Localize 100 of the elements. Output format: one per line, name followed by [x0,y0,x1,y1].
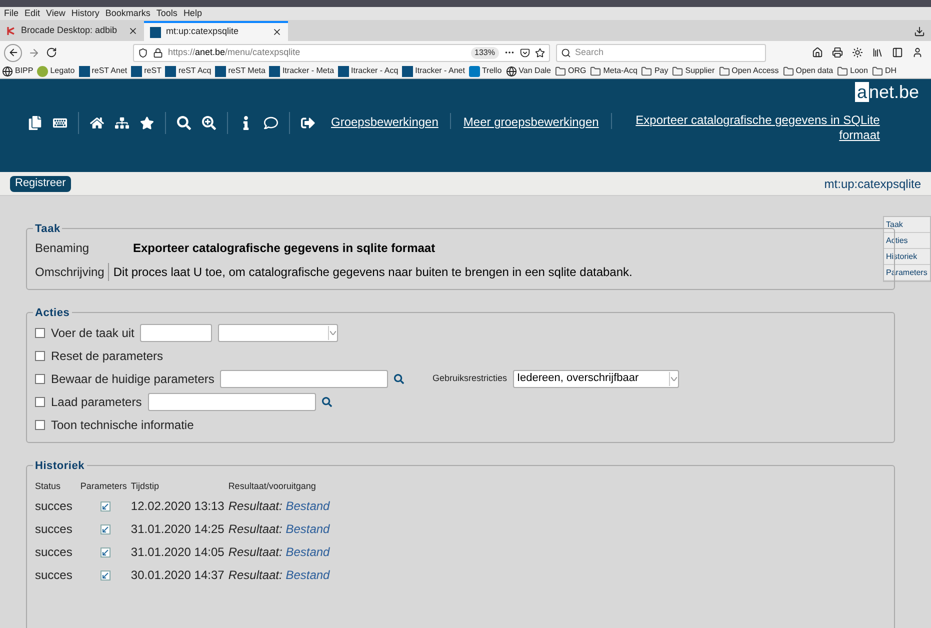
download-icon[interactable] [914,26,925,37]
field-label: Omschrijving [35,263,110,281]
menu-item[interactable]: Edit [24,6,40,20]
arrow-box-icon[interactable] [100,570,112,582]
bookmark-item[interactable]: reST [131,65,162,77]
text-field[interactable] [148,392,316,410]
globe-icon [2,66,13,76]
user-icon[interactable] [912,47,923,58]
side-tab[interactable]: Taak [884,217,930,233]
status-cell-text: succes [35,567,74,584]
close-icon[interactable] [272,27,282,37]
sign-out-icon[interactable] [301,116,315,130]
star-icon[interactable] [140,116,154,130]
zoom-level[interactable]: 133% [470,46,499,58]
side-tab[interactable]: Historiek [884,249,930,265]
menu-item[interactable]: Bookmarks [105,6,150,20]
bookmark-item[interactable]: Open Access [718,65,779,77]
nav-link[interactable]: Meer groepsbewerkingen [463,113,599,131]
zoom-in-icon[interactable] [202,116,216,130]
bookmark-item[interactable]: Itracker - Anet [402,65,465,77]
pocket-icon[interactable] [520,48,530,58]
checkbox[interactable] [35,396,45,406]
register-button[interactable]: Registreer [10,176,71,192]
arrow-box-icon[interactable] [100,501,112,512]
text-field[interactable] [220,370,388,388]
menu-item[interactable]: History [71,6,100,20]
bookmark-item[interactable]: Itracker - Meta [269,65,334,77]
keyboard-icon[interactable] [53,116,67,130]
back-button[interactable] [4,44,22,62]
result-label: Resultaat: [228,522,282,536]
checkbox[interactable] [35,350,45,360]
bookmark-item[interactable]: Meta-Acq [590,65,638,77]
arrow-box-icon[interactable] [100,524,112,536]
bookmark-item[interactable]: Trello [468,65,502,77]
nav-link[interactable]: Groepsbewerkingen [331,113,438,131]
action-label[interactable]: Bewaar de huidige parameters [51,370,214,388]
result-link[interactable]: Bestand [286,499,330,513]
home-icon[interactable] [90,116,104,130]
search-icon[interactable] [394,374,404,384]
action-label[interactable]: Toon technische informatie [51,416,194,434]
bookmark-item[interactable]: Van Dale [506,65,551,77]
time-cell: 31.01.2020 14:25 [130,518,228,540]
checkbox[interactable] [35,374,45,384]
text-field[interactable] [140,324,212,342]
bookmark-item[interactable]: DH [872,65,896,77]
arrow-box-icon[interactable] [100,547,112,558]
bookmark-item[interactable]: Legato [37,65,75,77]
action-label[interactable]: Reset de parameters [51,346,164,364]
nav-link[interactable]: Exporteer catalografische gegevens in SQLite formaat [624,113,880,143]
time-cell: 12.02.2020 13:13 [130,494,228,518]
bookmark-item[interactable]: ORG [555,65,586,77]
action-label[interactable]: Voer de taak uit [51,324,134,342]
printer-icon[interactable] [832,47,843,58]
side-tab[interactable]: Parameters [884,265,930,281]
comment-icon[interactable] [264,116,278,130]
leaf-icon [37,66,48,76]
select-field[interactable]: Iedereen, overschrijfbaar [512,370,679,388]
menu-item[interactable]: View [46,6,66,20]
result-link[interactable]: Bestand [286,545,330,559]
result-link[interactable]: Bestand [286,522,330,536]
result-link[interactable]: Bestand [286,568,330,582]
bookmark-item[interactable]: reST Meta [215,65,266,77]
bookmark-item[interactable]: BIPP [2,65,34,77]
address-bar[interactable]: https://anet.be/menu/catexpsqlite 133% [133,44,550,62]
time-cell: 31.01.2020 14:05 [130,540,228,564]
folder-icon [837,66,848,76]
bookmark-item[interactable]: Pay [641,65,668,77]
menu-item[interactable]: File [4,6,19,20]
search-icon[interactable] [177,116,191,130]
bookmark-item[interactable]: Itracker - Acq [338,65,398,77]
back-arrow-icon [8,47,18,58]
browser-tab[interactable]: mt:up:catexpsqlite [144,21,288,41]
bookmark-item[interactable]: reST Acq [165,65,212,77]
reload-icon[interactable] [46,47,57,58]
folder-icon [641,66,652,76]
forward-icon[interactable] [28,46,40,58]
menu-item[interactable]: Help [183,6,202,20]
checkbox[interactable] [35,420,45,430]
search-icon[interactable] [322,396,332,406]
copy-icon[interactable] [28,116,42,130]
home-icon[interactable] [812,47,823,58]
site-icon [131,66,142,76]
sitemap-icon[interactable] [115,116,129,130]
checkbox[interactable] [35,328,45,338]
page-code: mt:up:catexpsqlite [824,176,921,192]
star-icon[interactable] [535,48,545,58]
sidebar-icon[interactable] [892,47,903,58]
side-tab[interactable]: Acties [884,233,930,249]
close-icon[interactable] [128,26,138,36]
bookmark-item[interactable]: Loon [837,65,868,77]
browser-tab[interactable]: Brocade Desktop: adbib [0,21,144,41]
menu-item[interactable]: Tools [156,6,178,20]
library-icon[interactable] [872,47,883,58]
search-field[interactable]: Search [556,44,766,62]
bookmark-item[interactable]: Open data [782,65,834,77]
site-icon [78,66,90,76]
bookmark-item[interactable]: reST Anet [78,65,128,77]
action-label[interactable]: Laad parameters [51,392,142,410]
bookmark-item[interactable]: Supplier [672,65,715,77]
select-field[interactable] [218,324,338,342]
